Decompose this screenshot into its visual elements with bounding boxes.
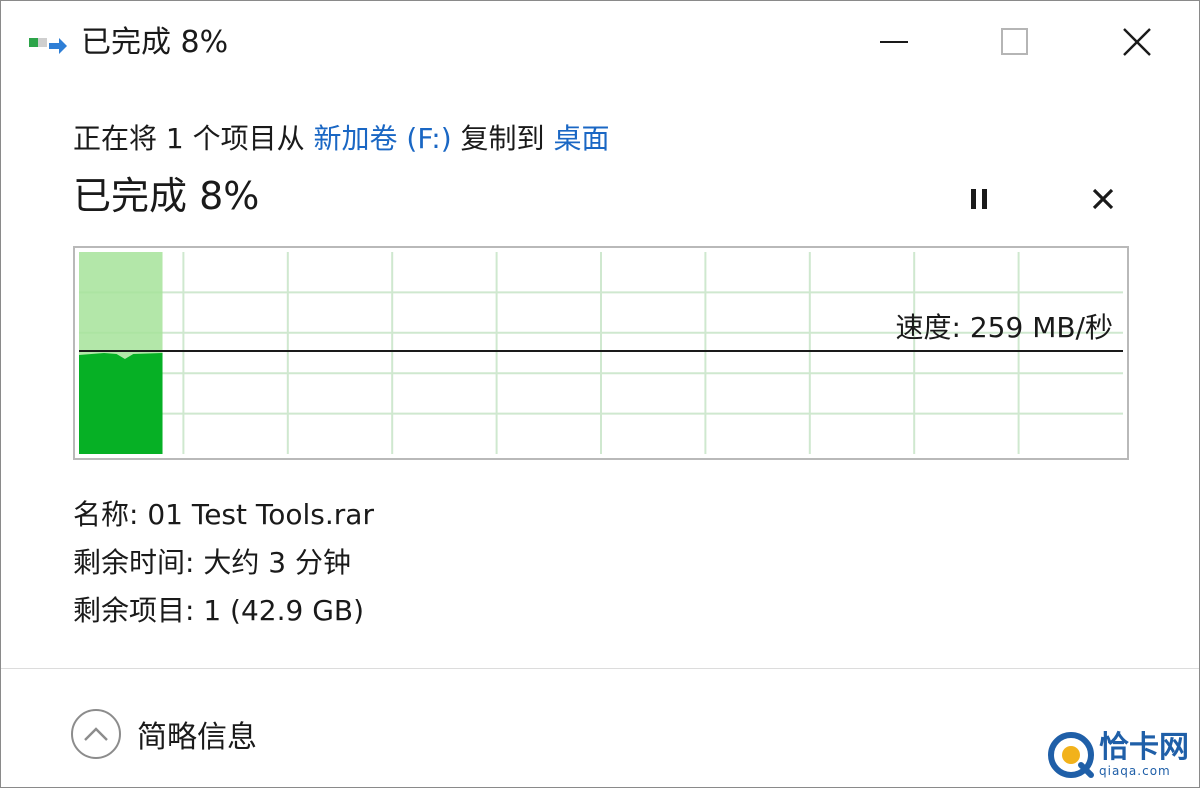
maximize-icon [1001, 28, 1028, 55]
progress-fill [79, 352, 163, 454]
less-details-toggle[interactable]: 简略信息 [71, 707, 257, 761]
watermark-name: 恰卡网 [1099, 730, 1189, 765]
file-name: 名称: 01 Test Tools.rar [73, 498, 374, 531]
cancel-icon [1092, 188, 1114, 210]
progress-heading: 已完成 8% [73, 174, 260, 218]
window-title: 已完成 8% [81, 25, 229, 60]
items-remaining: 剩余项目: 1 (42.9 GB) [73, 594, 365, 627]
file-copy-dialog: 已完成 8% 正在将 1 个项目从 新加卷 (F:) 复制到 桌面 已完成 8% [0, 0, 1200, 788]
minimize-icon [880, 41, 908, 43]
speed-label: 速度: 259 MB/秒 [896, 311, 1113, 344]
watermark-logo [1048, 732, 1094, 778]
pause-button[interactable] [959, 179, 999, 219]
source-link[interactable]: 新加卷 (F:) [314, 122, 452, 155]
watermark: 恰卡网 qiaqa.com [1043, 729, 1195, 781]
close-button[interactable] [1109, 19, 1165, 65]
copy-description: 正在将 1 个项目从 新加卷 (F:) 复制到 桌面 [73, 119, 609, 159]
watermark-domain: qiaqa.com [1099, 764, 1171, 778]
copy-prefix-text: 正在将 1 个项目从 [73, 122, 314, 155]
transfer-details: 名称: 01 Test Tools.rar 剩余时间: 大约 3 分钟 剩余项目… [73, 491, 374, 635]
cancel-button[interactable] [1083, 179, 1123, 219]
less-details-label: 简略信息 [137, 720, 257, 755]
speed-graph: 速度: 259 MB/秒 [73, 246, 1129, 460]
copy-middle-text: 复制到 [451, 122, 554, 155]
file-copy-icon [29, 38, 67, 54]
destination-link[interactable]: 桌面 [553, 122, 609, 155]
pause-icon [971, 189, 987, 209]
title-bar[interactable]: 已完成 8% [1, 1, 1199, 87]
maximize-button[interactable] [987, 19, 1043, 65]
minimize-button[interactable] [867, 19, 923, 65]
time-remaining: 剩余时间: 大约 3 分钟 [73, 546, 351, 579]
chevron-up-icon [71, 709, 121, 759]
footer: 简略信息 [1, 669, 1199, 787]
close-icon [1123, 28, 1151, 56]
